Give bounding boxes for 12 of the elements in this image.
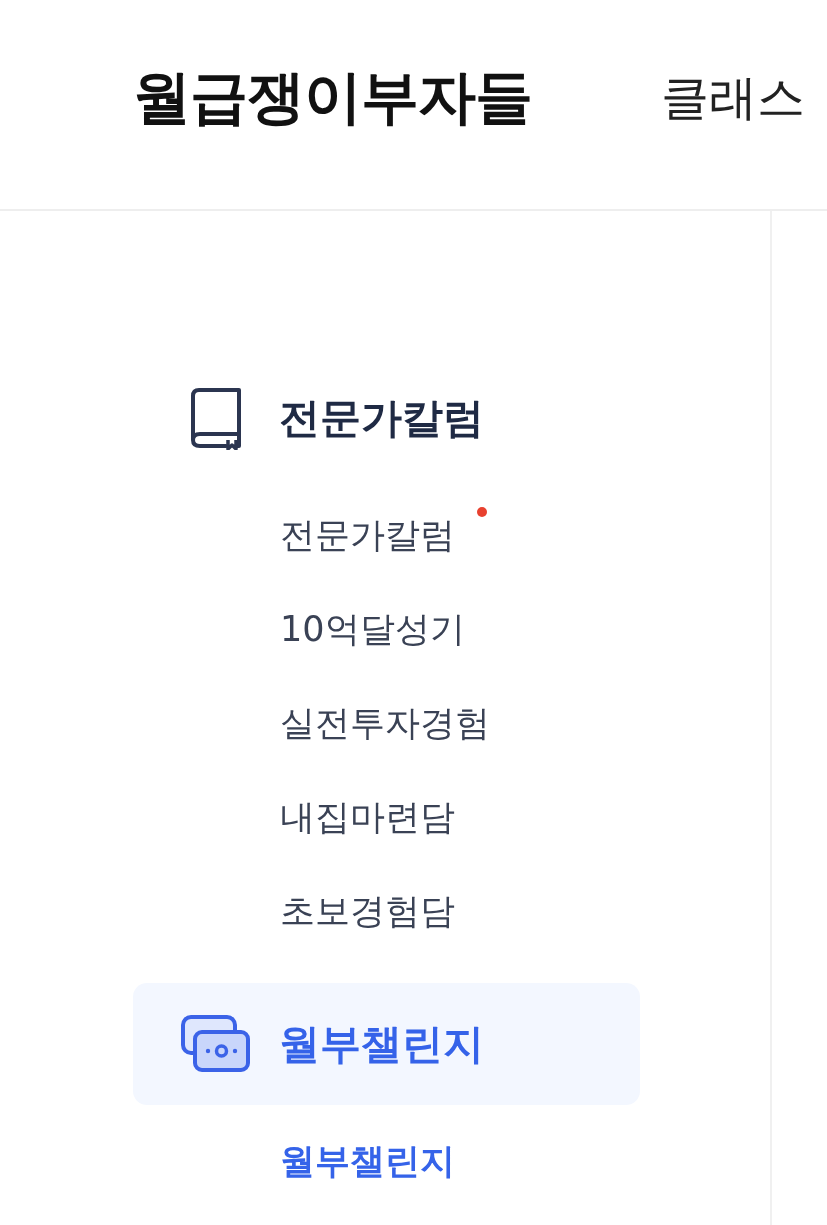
sidebar-item[interactable]: 실전투자경험 <box>280 705 490 741</box>
sidebar-item[interactable]: 월부챌린지 <box>280 1143 455 1179</box>
sidebar-section-header[interactable]: 월부챌린지 <box>133 983 640 1105</box>
sidebar-item[interactable]: 10억달성기 <box>280 611 465 647</box>
sidebar-section-header[interactable]: 전문가칼럼 <box>133 357 640 479</box>
sidebar-item[interactable]: 초보경험담 <box>280 893 455 929</box>
banknotes-icon <box>181 1015 251 1073</box>
book-icon <box>188 386 244 450</box>
site-logo[interactable]: 월급쟁이부자들 <box>133 67 532 126</box>
nav-link[interactable]: 클래스 <box>661 72 805 121</box>
sidebar-item[interactable]: 내집마련담 <box>280 799 455 835</box>
sidebar-item[interactable]: 전문가칼럼 <box>280 517 455 553</box>
